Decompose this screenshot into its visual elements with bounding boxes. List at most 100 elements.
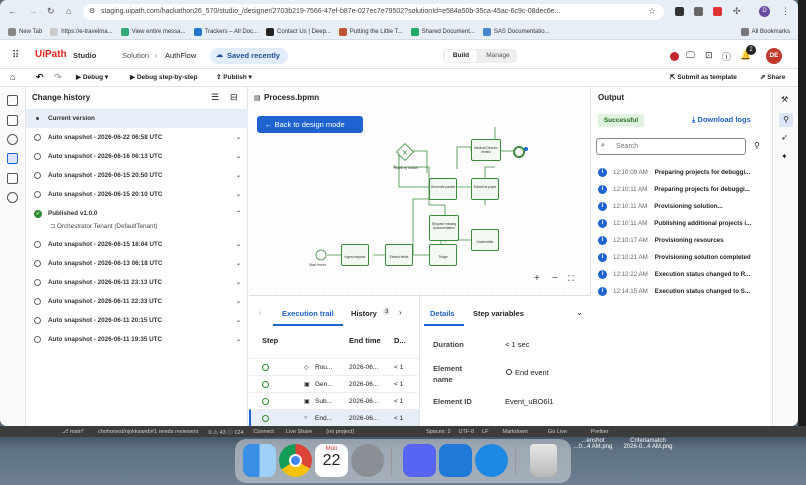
table-row[interactable]: ◇ Rou... 2026-06... < 1 xyxy=(249,358,419,375)
back-arrow-icon[interactable]: ← xyxy=(8,6,17,16)
collapse-panel-icon[interactable]: ⊟ xyxy=(230,92,238,103)
chevron-down-icon[interactable]: ⌄ xyxy=(236,279,241,286)
chevron-up-icon[interactable]: ⌃ xyxy=(236,210,241,217)
bookmark-item[interactable]: Trackers – All Doc... xyxy=(193,27,258,36)
filter-icon[interactable]: ⚲ xyxy=(754,141,760,150)
chevron-down-icon[interactable]: ⌄ xyxy=(236,298,241,305)
status-problems[interactable]: 0 ⚠ 43 ⓘ 124 xyxy=(209,428,244,436)
status-branch[interactable]: ⎇ main* xyxy=(62,429,84,435)
forward-arrow-icon[interactable]: → xyxy=(28,6,37,16)
status-golive[interactable]: Go Live xyxy=(548,429,567,435)
zoom-out-button[interactable]: − xyxy=(552,273,558,284)
bookmark-star-icon[interactable]: ☆ xyxy=(648,6,656,17)
apps-grid-icon[interactable]: ⠿ xyxy=(12,50,19,61)
extension-icon-2[interactable] xyxy=(694,7,703,16)
storage-icon[interactable] xyxy=(7,173,18,184)
uipath-logo[interactable]: UiPath xyxy=(35,49,67,60)
history-item[interactable]: Auto snapshot - 2026-06-11 19:35 UTC ⌄ xyxy=(26,330,248,349)
table-row-selected[interactable]: ○ End... 2026-06... < 1 xyxy=(249,409,419,426)
node-extract-fields[interactable]: Extract fields xyxy=(385,244,413,266)
record-indicator-icon[interactable] xyxy=(670,52,679,61)
chevron-down-icon[interactable]: ⌄ xyxy=(576,308,583,317)
mode-manage-button[interactable]: Manage xyxy=(481,50,515,62)
redo-icon[interactable]: ↷ xyxy=(54,72,62,83)
log-row[interactable]: i 12:10:11 AM Preparing projects for debug… xyxy=(598,181,768,198)
history-item[interactable]: Auto snapshot - 2026-06-13 06:18 UTC ⌄ xyxy=(26,254,248,273)
profile-avatar[interactable]: D xyxy=(759,6,770,17)
tab-step-variables[interactable]: Step variables xyxy=(473,309,524,318)
log-row[interactable]: i 12:10:17 AM Provisioning resources xyxy=(598,232,768,249)
log-row[interactable]: i 12:10:09 AM Preparing projects for debug… xyxy=(598,164,768,181)
extension-icon-1[interactable] xyxy=(675,7,684,16)
status-language[interactable]: Markdown xyxy=(503,429,528,435)
chrome-icon[interactable] xyxy=(279,444,312,477)
share-button[interactable]: ⇗ Share xyxy=(760,73,785,81)
node-generate-packet[interactable]: Generate packet xyxy=(429,178,457,200)
rocket-icon[interactable]: ➶ xyxy=(781,133,788,142)
tabs-prev-icon[interactable]: ‹ xyxy=(259,308,262,317)
files-icon[interactable] xyxy=(7,95,18,106)
status-prettier[interactable]: Prettier xyxy=(591,429,609,435)
chevron-down-icon[interactable]: ⌄ xyxy=(236,241,241,248)
mode-build-button[interactable]: Build xyxy=(445,50,477,62)
chevron-down-icon[interactable]: ⌄ xyxy=(236,336,241,343)
extensions-puzzle-icon[interactable]: ✣ xyxy=(733,6,741,17)
status-connect[interactable]: Connect xyxy=(253,429,274,435)
chevron-down-icon[interactable]: ⌄ xyxy=(236,153,241,160)
submit-template-button[interactable]: ⇱ Submit as template xyxy=(670,73,737,81)
debug-icon[interactable] xyxy=(7,134,18,145)
home-icon[interactable]: ⌂ xyxy=(66,6,71,16)
user-avatar[interactable]: DE xyxy=(766,48,782,64)
home-outline-icon[interactable]: ⌂ xyxy=(10,72,15,82)
tab-details[interactable]: Details xyxy=(430,309,455,318)
history-item[interactable]: Auto snapshot - 2026-06-15 18:04 UTC ⌄ xyxy=(26,235,248,254)
bookmark-item[interactable]: Putting the Little T... xyxy=(338,27,403,36)
chevron-down-icon[interactable]: ⌄ xyxy=(236,260,241,267)
log-row[interactable]: i 12:10:21 AM Provisioning solution comple… xyxy=(598,249,768,266)
history-current-version[interactable]: Current version xyxy=(26,109,248,128)
undo-icon[interactable]: ↶ xyxy=(36,72,44,83)
desktop-file-screenshot-1[interactable]: Criteriamatch 2026-0...4 AM.png xyxy=(618,438,678,450)
debug-button[interactable]: ▶ Debug ▾ xyxy=(76,73,108,81)
node-underwriter[interactable]: Underwriter xyxy=(471,229,499,251)
zoom-in-button[interactable]: + xyxy=(534,273,540,284)
bookmark-item[interactable]: New Tab xyxy=(8,27,42,36)
vscode-icon[interactable] xyxy=(439,444,472,477)
trash-icon[interactable] xyxy=(530,444,557,477)
help-icon[interactable]: ⓘ xyxy=(722,50,731,63)
site-info-icon[interactable]: ⚙ xyxy=(89,4,95,20)
chevron-down-icon[interactable]: ⌄ xyxy=(236,172,241,179)
chevron-down-icon[interactable]: ⌄ xyxy=(236,317,241,324)
address-bar[interactable]: ⚙ staging.uipath.com/hackathon26_570/stu… xyxy=(83,4,664,20)
breadcrumb-solution[interactable]: Solution xyxy=(122,51,149,60)
status-encoding[interactable]: UTF-8 xyxy=(459,429,475,435)
debug-step-button[interactable]: ▶ Debug step-by-step xyxy=(130,73,197,81)
bookmark-item[interactable]: Shared Document... xyxy=(410,27,475,36)
browser-menu-icon[interactable]: ⋮ xyxy=(781,6,790,17)
history-item[interactable]: Auto snapshot - 2026-06-11 23:13 UTC ⌄ xyxy=(26,273,248,292)
output-search-input[interactable]: ⌕ Search xyxy=(596,138,746,155)
monitor-icon[interactable]: 🖵 xyxy=(686,50,695,61)
history-item[interactable]: Auto snapshot - 2026-06-11 22:33 UTC ⌄ xyxy=(26,292,248,311)
breadcrumb-project[interactable]: AuthFlow xyxy=(165,51,196,60)
node-medical-review[interactable]: Medical Director review xyxy=(471,139,501,161)
discord-icon[interactable] xyxy=(403,444,436,477)
magic-icon[interactable]: ✦ xyxy=(781,152,788,161)
publish-button[interactable]: ⇪ Publish ▾ xyxy=(216,73,252,81)
log-row[interactable]: i 12:10:11 AM Publishing additional projec… xyxy=(598,215,768,232)
log-row[interactable]: i 12:14:15 AM Execution status changed to … xyxy=(598,283,768,300)
node-ingest-request[interactable]: Ingest request xyxy=(341,244,369,266)
bookmark-item[interactable]: https://e-travelma... xyxy=(50,27,113,36)
status-reviewers[interactable]: chohonest/njokkaweb#1 needs reviewers xyxy=(98,429,199,435)
fit-to-screen-icon[interactable]: ⛶ xyxy=(568,274,574,284)
all-bookmarks[interactable]: All Bookmarks xyxy=(740,27,790,36)
history-box-icon[interactable]: ⊡ xyxy=(705,50,713,61)
output-tool-icon[interactable]: ⚲ xyxy=(779,113,793,127)
filter-icon[interactable]: ☰ xyxy=(211,92,219,103)
status-eol[interactable]: LF xyxy=(482,429,488,435)
uipath-assistant-icon[interactable] xyxy=(475,444,508,477)
bookmark-item[interactable]: Contact Us | Deep... xyxy=(266,27,331,36)
tab-execution-trail[interactable]: Execution trail xyxy=(282,309,334,318)
status-liveshare[interactable]: Live Share xyxy=(286,429,312,435)
bookmark-item[interactable]: View entire messa... xyxy=(120,27,186,36)
